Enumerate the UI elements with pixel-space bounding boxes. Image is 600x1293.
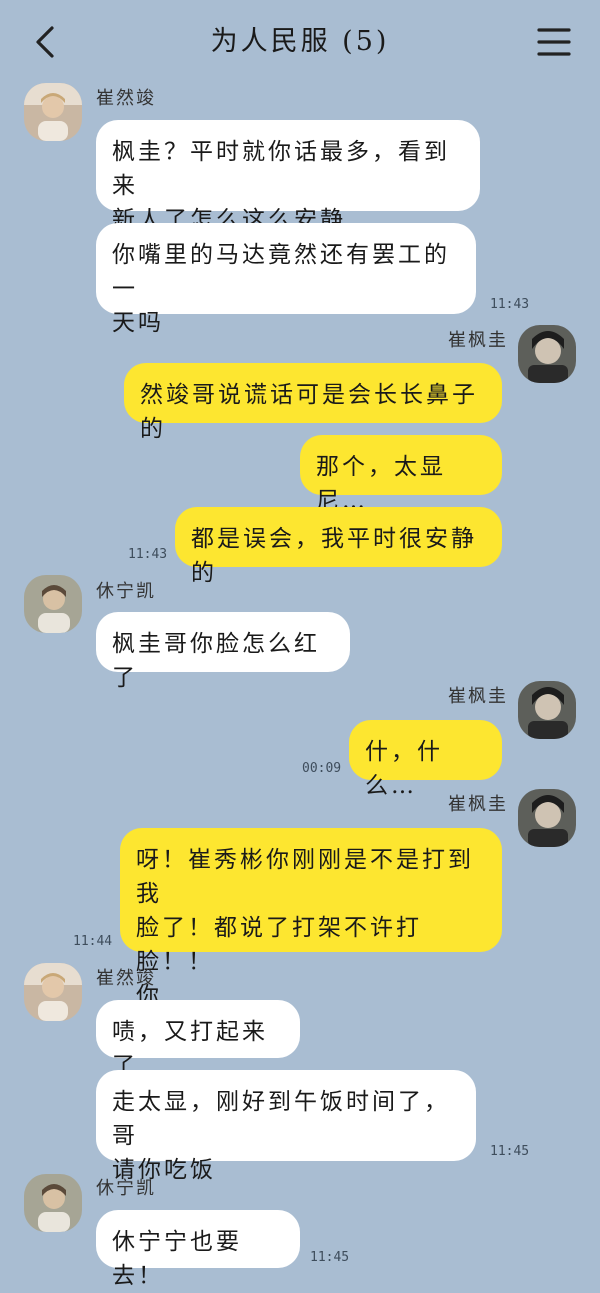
message-bubble[interactable]: 什，什么… <box>349 720 502 799</box>
sender-name: 崔枫圭 <box>448 794 508 815</box>
hamburger-menu-icon <box>537 28 571 56</box>
avatar[interactable] <box>24 83 82 141</box>
sender-name: 休宁凯 <box>96 581 156 602</box>
sender-name: 崔然竣 <box>96 968 156 989</box>
message-time: 11:43 <box>490 297 530 312</box>
sender-name: 崔枫圭 <box>448 686 508 707</box>
message-bubble[interactable]: 啧，又打起来了 <box>96 1000 300 1079</box>
menu-button[interactable] <box>536 26 572 58</box>
message-bubble[interactable]: 那个，太显尼… <box>300 435 502 514</box>
message-bubble[interactable]: 都是误会，我平时很安静的 <box>175 507 502 586</box>
avatar[interactable] <box>24 575 82 633</box>
avatar[interactable] <box>24 1174 82 1232</box>
sender-name: 休宁凯 <box>96 1178 156 1199</box>
message-time: 11:45 <box>490 1144 530 1159</box>
message-bubble[interactable]: 你嘴里的马达竟然还有罢工的一 天吗 <box>96 223 476 336</box>
message-time: 11:44 <box>73 934 113 949</box>
avatar[interactable] <box>518 789 576 847</box>
chat-header: 为人民服 (5) <box>0 0 600 88</box>
chat-title: 为人民服 (5) <box>210 26 390 57</box>
avatar[interactable] <box>518 325 576 383</box>
message-time: 00:09 <box>302 761 342 776</box>
message-time: 11:45 <box>310 1250 350 1265</box>
message-bubble[interactable]: 枫圭哥你脸怎么红了 <box>96 612 350 691</box>
message-time: 11:43 <box>128 547 168 562</box>
sender-name: 崔然竣 <box>96 88 156 109</box>
avatar[interactable] <box>518 681 576 739</box>
message-bubble[interactable]: 枫圭？平时就你话最多，看到来 新人了怎么这么安静 <box>96 120 480 233</box>
avatar[interactable] <box>24 963 82 1021</box>
sender-name: 崔枫圭 <box>448 330 508 351</box>
message-bubble[interactable]: 休宁宁也要去！ <box>96 1210 300 1289</box>
message-bubble[interactable]: 走太显，刚好到午饭时间了，哥 请你吃饭 <box>96 1070 476 1183</box>
message-bubble[interactable]: 呀！崔秀彬你刚刚是不是打到我 脸了！都说了打架不许打脸！！ 你…… <box>120 828 502 1009</box>
message-bubble[interactable]: 然竣哥说谎话可是会长长鼻子的 <box>124 363 502 442</box>
